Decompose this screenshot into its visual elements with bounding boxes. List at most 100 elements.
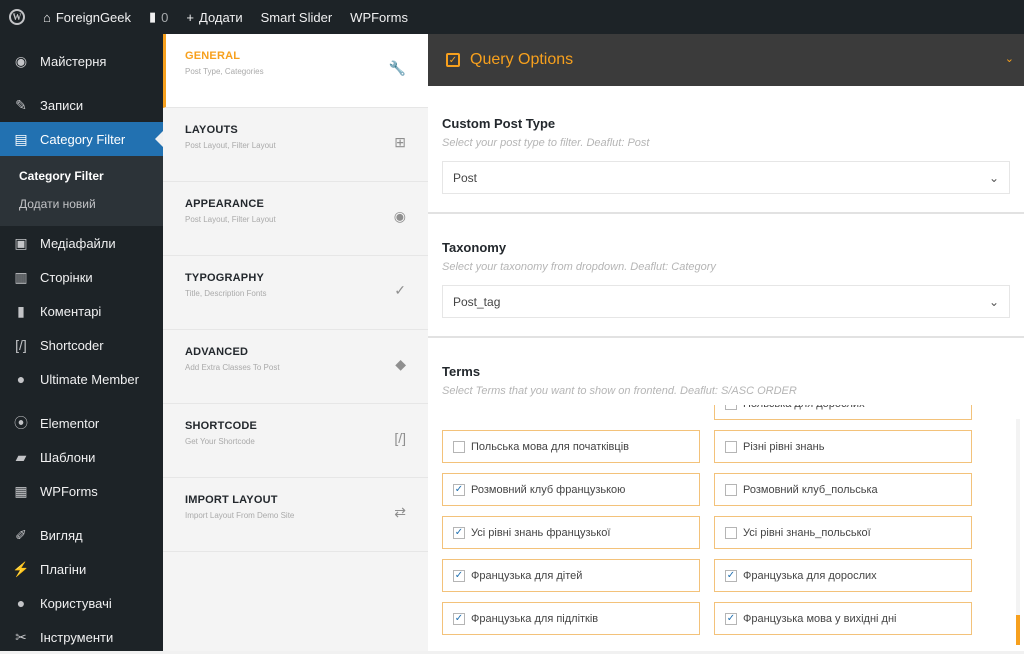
wordpress-logo-button[interactable]: W <box>0 0 34 34</box>
unchecked-checkbox-icon[interactable] <box>725 526 737 539</box>
wpforms-adminbar-link[interactable]: WPForms <box>341 0 417 34</box>
term-label: Польська мова для початківців <box>471 440 629 453</box>
chevron-down-icon: ⌄ <box>988 170 999 185</box>
term-checkbox-item[interactable]: Різні рівні знань <box>714 430 972 463</box>
sidebar-item-pages[interactable]: ▥ Сторінки <box>0 260 163 294</box>
term-checkbox-item[interactable]: Розмовний клуб_польська <box>714 473 972 506</box>
sidebar-item-label: Записи <box>40 97 84 113</box>
checked-checkbox-icon[interactable]: ✓ <box>453 569 465 582</box>
term-checkbox-item[interactable]: ✓ Французька для дітей <box>442 559 700 592</box>
unchecked-checkbox-icon[interactable] <box>725 405 737 410</box>
field-description: Select your post type to filter. Deaflut… <box>442 137 650 149</box>
term-checkbox-item[interactable]: ✓ Французька для підлітків <box>442 602 700 635</box>
sidebar-item-dashboard[interactable]: ◉ Майстерня <box>0 44 163 78</box>
sidebar-item-plugins[interactable]: ⚡ Плагіни <box>0 552 163 586</box>
query-options-title: Query Options <box>470 51 574 68</box>
taxonomy-field: Taxonomy Select your taxonomy from dropd… <box>428 240 1024 318</box>
term-label: Французька для підлітків <box>471 612 599 625</box>
unchecked-checkbox-icon[interactable] <box>725 440 737 453</box>
select-value: Post_tag <box>453 294 501 309</box>
checked-checkbox-icon[interactable]: ✓ <box>453 526 465 539</box>
divider <box>428 336 1024 338</box>
comments-count: 0 <box>161 9 169 25</box>
sidebar-item-appearance[interactable]: ✐ Вигляд <box>0 518 163 552</box>
tab-layouts[interactable]: LAYOUTS Post Layout, Filter Layout ⊞ <box>163 108 428 182</box>
tab-title: SHORTCODE <box>185 420 258 432</box>
sidebar-item-shortcoder[interactable]: [/] Shortcoder <box>0 328 163 362</box>
custom-post-type-field: Custom Post Type Select your post type t… <box>428 116 1024 194</box>
terms-scrollbar-thumb[interactable] <box>1016 615 1020 645</box>
sidebar-item-label: Ultimate Member <box>40 371 139 387</box>
term-label: Різні рівні знань <box>743 440 825 453</box>
term-checkbox-item[interactable]: ✓ Усі рівні знань французької <box>442 516 700 549</box>
terms-list[interactable]: Польська для дорослих Польська мова для п… <box>428 405 1024 645</box>
unchecked-checkbox-icon[interactable] <box>725 483 737 496</box>
tab-subtitle: Post Layout, Filter Layout <box>185 215 276 224</box>
checked-checkbox-icon[interactable]: ✓ <box>453 612 465 625</box>
tab-shortcode[interactable]: SHORTCODE Get Your Shortcode [/] <box>163 404 428 478</box>
checkbox-icon: ✓ <box>446 53 460 67</box>
unchecked-checkbox-icon[interactable] <box>453 440 465 453</box>
import-icon: ⇄ <box>394 504 406 520</box>
home-icon: ⌂ <box>43 9 51 25</box>
taxonomy-select[interactable]: Post_tag ⌄ <box>442 285 1010 318</box>
checked-checkbox-icon[interactable]: ✓ <box>453 483 465 496</box>
tab-advanced[interactable]: ADVANCED Add Extra Classes To Post ◆ <box>163 330 428 404</box>
checked-checkbox-icon[interactable]: ✓ <box>725 569 737 582</box>
comments-link[interactable]: ▮ 0 <box>140 0 177 34</box>
sidebar-item-label: Шаблони <box>40 449 96 465</box>
sidebar-item-wpforms[interactable]: ▦ WPForms <box>0 474 163 508</box>
query-options-header[interactable]: ✓ Query Options ⌄ <box>428 34 1024 86</box>
divider <box>428 212 1024 214</box>
sidebar-item-label: Медіафайли <box>40 235 116 251</box>
term-checkbox-item[interactable]: ✓ Французька мова у вихідні дні <box>714 602 972 635</box>
tab-appearance[interactable]: APPEARANCE Post Layout, Filter Layout ◉ <box>163 182 428 256</box>
sidebar-item-users[interactable]: ● Користувачі <box>0 586 163 620</box>
folder-icon: ▰ <box>15 448 27 465</box>
chevron-down-icon: ⌄ <box>988 294 999 309</box>
tab-import-layout[interactable]: IMPORT LAYOUT Import Layout From Demo Si… <box>163 478 428 552</box>
filter-icon: ▤ <box>14 130 28 147</box>
terms-scrollbar[interactable] <box>1016 419 1020 645</box>
sidebar-item-label: Вигляд <box>40 527 83 543</box>
sidebar-item-label: Сторінки <box>40 269 93 285</box>
submenu-item-add-new[interactable]: Додати новий <box>0 190 163 218</box>
plus-icon: + <box>186 9 194 25</box>
tab-typography[interactable]: TYPOGRAPHY Title, Description Fonts ✓ <box>163 256 428 330</box>
field-description: Select your taxonomy from dropdown. Deaf… <box>442 261 716 273</box>
comment-icon: ▮ <box>149 9 157 24</box>
sidebar-item-templates[interactable]: ▰ Шаблони <box>0 440 163 474</box>
wrench-icon: 🔧 <box>388 60 406 76</box>
sidebar-item-label: Category Filter <box>40 131 126 147</box>
checked-checkbox-icon[interactable]: ✓ <box>725 612 737 625</box>
field-label: Custom Post Type <box>442 116 556 131</box>
sidebar-item-tools[interactable]: ✂ Інструменти <box>0 620 163 654</box>
elementor-icon: ⦿ <box>14 415 28 431</box>
term-checkbox-item[interactable]: Польська мова для початківців <box>442 430 700 463</box>
sidebar-item-posts[interactable]: ✎ Записи <box>0 88 163 122</box>
sidebar-item-category-filter[interactable]: ▤ Category Filter <box>0 122 163 156</box>
settings-tabs: GENERAL Post Type, Categories 🔧 LAYOUTS … <box>163 34 428 651</box>
sidebar-item-media[interactable]: ▣ Медіафайли <box>0 226 163 260</box>
add-new-link[interactable]: + Додати <box>177 0 251 34</box>
sidebar-item-label: WPForms <box>40 483 98 499</box>
term-label: Французька для дорослих <box>743 569 877 582</box>
tab-subtitle: Title, Description Fonts <box>185 289 267 298</box>
site-name-link[interactable]: ⌂ ForeignGeek <box>34 0 140 34</box>
submenu-item-category-filter[interactable]: Category Filter <box>0 162 163 190</box>
smart-slider-link[interactable]: Smart Slider <box>252 0 342 34</box>
term-checkbox-item[interactable]: Усі рівні знань_польської <box>714 516 972 549</box>
tab-title: APPEARANCE <box>185 198 265 210</box>
term-checkbox-item[interactable]: ✓ Розмовний клуб французькою <box>442 473 700 506</box>
post-type-select[interactable]: Post ⌄ <box>442 161 1010 194</box>
sidebar-item-elementor[interactable]: ⦿ Elementor <box>0 406 163 440</box>
chevron-down-icon[interactable]: ⌄ <box>1005 52 1014 65</box>
tab-general[interactable]: GENERAL Post Type, Categories 🔧 <box>163 34 428 108</box>
category-filter-submenu: Category Filter Додати новий <box>0 156 163 226</box>
sidebar-item-ultimate-member[interactable]: ● Ultimate Member <box>0 362 163 396</box>
term-checkbox-item[interactable]: ✓ Французька для дорослих <box>714 559 972 592</box>
term-checkbox-item[interactable]: Польська для дорослих <box>714 405 972 420</box>
media-icon: ▣ <box>14 234 28 251</box>
sidebar-item-label: Elementor <box>40 415 100 431</box>
sidebar-item-comments[interactable]: ▮ Коментарі <box>0 294 163 328</box>
